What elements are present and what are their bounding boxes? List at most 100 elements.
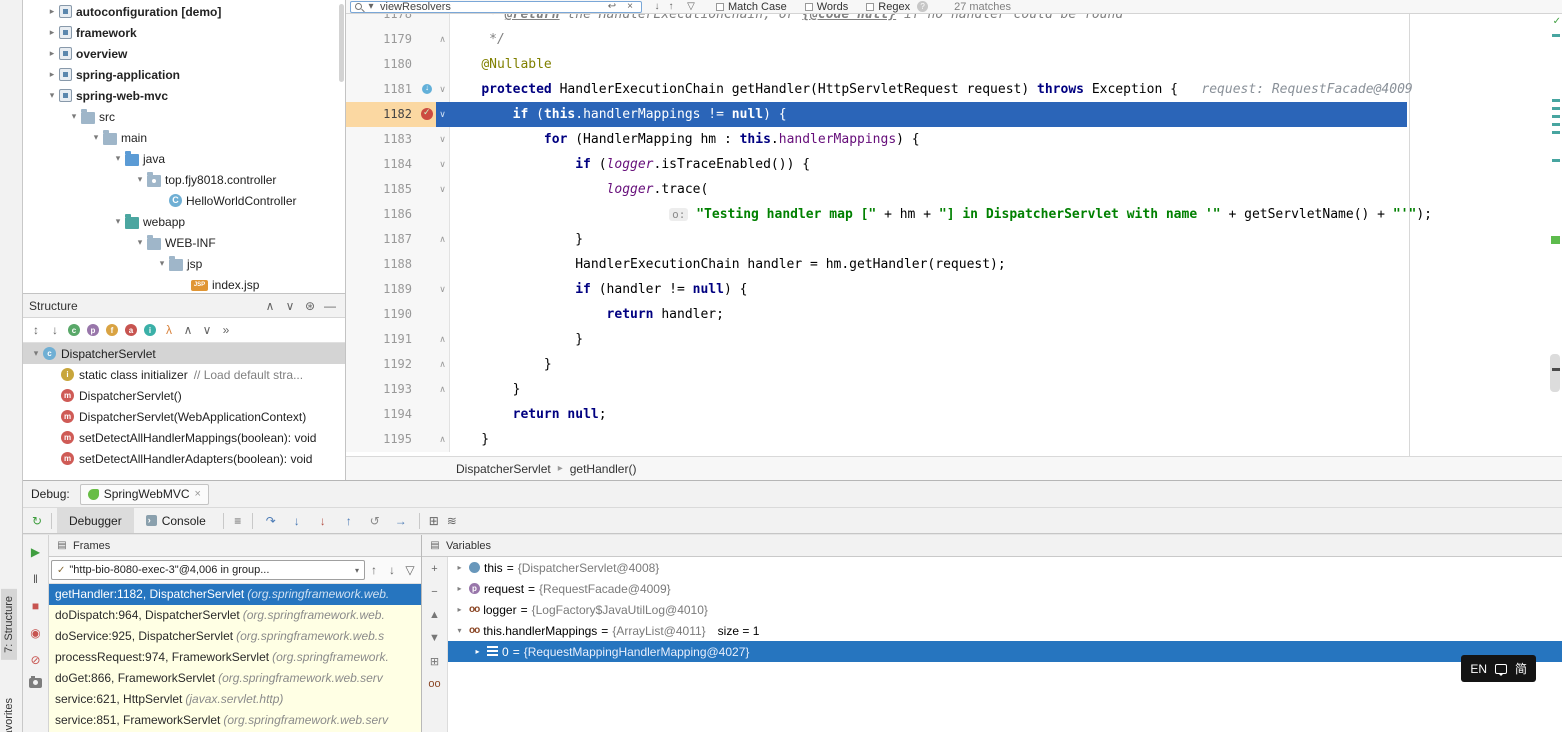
tree-item[interactable]: ▸autoconfiguration [demo] (23, 1, 345, 22)
line-number[interactable]: 1189 (346, 277, 418, 302)
frame-row[interactable]: doDispatch:964, DispatcherServlet(org.sp… (49, 605, 421, 626)
ime-indicator[interactable]: EN 简 (1461, 655, 1536, 682)
fold-icon[interactable]: ∧ (436, 427, 450, 452)
fold-icon[interactable]: ∧ (436, 27, 450, 52)
tree-item[interactable]: ▾WEB-INF (23, 232, 345, 253)
drop-frame-icon[interactable]: ↺ (366, 512, 384, 530)
toolwindow-button-structure[interactable]: 7: Structure (1, 589, 17, 660)
frame-row[interactable]: service:621, HttpServlet(javax.servlet.h… (49, 689, 421, 710)
search-input[interactable]: ▾ viewResolvers ↩ × (350, 1, 642, 13)
fold-icon[interactable]: ∨ (436, 77, 450, 102)
show-inherited-icon[interactable]: i (144, 324, 156, 336)
tab-debugger[interactable]: Debugger (57, 508, 134, 533)
code-line[interactable]: 1185∨ logger.trace( (346, 177, 1548, 202)
collapse-all-icon[interactable]: ∨ (281, 297, 299, 315)
run-to-cursor-icon[interactable]: → (392, 512, 410, 530)
step-out-icon[interactable]: ↑ (340, 512, 358, 530)
run-configuration-tab[interactable]: SpringWebMVC × (80, 484, 209, 505)
structure-item[interactable]: ▾cDispatcherServlet (23, 343, 345, 364)
show-non-public-icon[interactable]: a (125, 324, 137, 336)
frame-row[interactable]: service:851, FrameworkServlet(org.spring… (49, 710, 421, 731)
clear-search-icon[interactable]: × (623, 1, 637, 13)
move-watch-up-icon[interactable]: ▲ (426, 607, 444, 623)
fold-icon[interactable]: ∨ (436, 102, 450, 127)
sort-by-visibility-icon[interactable]: ↕ (27, 321, 45, 339)
tree-item[interactable]: ▾main (23, 127, 345, 148)
stripe-mark[interactable] (1552, 34, 1560, 37)
line-number[interactable]: 1184 (346, 152, 418, 177)
code-line[interactable]: 1187∧ } (346, 227, 1548, 252)
chevron-expanded-icon[interactable]: ▾ (111, 216, 125, 227)
chevron-expanded-icon[interactable]: ▾ (89, 132, 103, 143)
words-checkbox[interactable] (805, 3, 813, 11)
line-number[interactable]: 1183 (346, 127, 418, 152)
chevron-collapsed-icon[interactable]: ▸ (45, 69, 59, 80)
match-case-toggle[interactable]: Match Case (716, 1, 787, 13)
fold-icon[interactable]: ∨ (436, 152, 450, 177)
newline-icon[interactable]: ↩ (605, 1, 619, 13)
structure-item[interactable]: msetDetectAllHandlerAdapters(boolean): v… (23, 448, 345, 469)
regex-toggle[interactable]: Regex ? (866, 1, 928, 13)
line-number[interactable]: 1194 (346, 402, 418, 427)
fold-icon[interactable]: ∨ (436, 277, 450, 302)
stripe-mark[interactable] (1552, 123, 1560, 126)
line-number[interactable]: 1187 (346, 227, 418, 252)
fold-icon[interactable]: ∧ (436, 352, 450, 377)
thread-selector[interactable]: ✓ "http-bio-8080-exec-3"@4,006 in group.… (51, 560, 365, 580)
error-stripe[interactable]: ✓ (1548, 14, 1562, 456)
fold-icon[interactable]: ∧ (436, 327, 450, 352)
code-line[interactable]: 1189∨ if (handler != null) { (346, 277, 1548, 302)
close-icon[interactable]: × (195, 488, 201, 500)
code-line[interactable]: 1178 * @return the HandlerExecutionChain… (346, 14, 1548, 27)
fold-icon[interactable]: ∧ (436, 227, 450, 252)
regex-help-icon[interactable]: ? (917, 1, 928, 12)
view-as-table-icon[interactable]: ⊞ (425, 512, 443, 530)
search-history-icon[interactable]: ▾ (366, 1, 376, 13)
search-query[interactable]: viewResolvers (380, 1, 601, 13)
code-editor[interactable]: 1178 * @return the HandlerExecutionChain… (346, 14, 1562, 456)
show-anonymous-classes-icon[interactable]: c (68, 324, 80, 336)
sort-alphabetically-icon[interactable]: ↓ (46, 321, 64, 339)
thread-dump-button[interactable] (29, 678, 42, 688)
view-breakpoints-button[interactable]: ◉ (27, 624, 45, 642)
chevron-expanded-icon[interactable]: ▾ (111, 153, 125, 164)
line-number[interactable]: 1186 (346, 202, 418, 227)
tree-item[interactable]: ▸overview (23, 43, 345, 64)
tree-item[interactable]: ▾src (23, 106, 345, 127)
tab-console[interactable]: Console (134, 508, 218, 533)
code-line[interactable]: 1180 @Nullable (346, 52, 1548, 77)
code-line[interactable]: 1188 HandlerExecutionChain handler = hm.… (346, 252, 1548, 277)
regex-checkbox[interactable] (866, 3, 874, 11)
line-number[interactable]: 1179 (346, 27, 418, 52)
match-case-checkbox[interactable] (716, 3, 724, 11)
structure-item[interactable]: istatic class initializer// Load default… (23, 364, 345, 385)
chevron-expanded-icon[interactable]: ▾ (29, 348, 43, 359)
expand-all-icon[interactable]: ∧ (261, 297, 279, 315)
fold-icon[interactable]: ∧ (436, 377, 450, 402)
step-into-icon[interactable]: ↓ (288, 512, 306, 530)
line-number[interactable]: 1180 (346, 52, 418, 77)
code-line[interactable]: 1190 return handler; (346, 302, 1548, 327)
chevron-collapsed-icon[interactable]: ▸ (454, 563, 465, 572)
scrollbar[interactable] (339, 4, 344, 82)
structure-item[interactable]: mDispatcherServlet(WebApplicationContext… (23, 406, 345, 427)
rerun-button[interactable]: ↻ (28, 512, 46, 530)
code-line[interactable]: 1192∧ } (346, 352, 1548, 377)
variable-row[interactable]: ▸this={DispatcherServlet@4008} (448, 557, 1562, 578)
code-line[interactable]: 1181∨ protected HandlerExecutionChain ge… (346, 77, 1548, 102)
pause-button[interactable]: ‖ (27, 570, 45, 588)
show-properties-icon[interactable]: p (87, 324, 99, 336)
tree-item[interactable]: CHelloWorldController (23, 190, 345, 211)
variable-row[interactable]: ▸0={RequestMappingHandlerMapping@4027} (448, 641, 1562, 662)
show-lambdas-icon[interactable]: λ (160, 321, 178, 339)
duplicate-watch-icon[interactable]: ⊞ (426, 653, 444, 669)
line-number[interactable]: 1192 (346, 352, 418, 377)
chevron-expanded-icon[interactable]: ▾ (133, 237, 147, 248)
code-line[interactable]: 1193∧ } (346, 377, 1548, 402)
code-line[interactable]: 1183∨ for (HandlerMapping hm : this.hand… (346, 127, 1548, 152)
chevron-expanded-icon[interactable]: ▾ (67, 111, 81, 122)
tree-item[interactable]: JSPindex.jsp (23, 274, 345, 293)
frame-row[interactable]: processRequest:974, FrameworkServlet(org… (49, 647, 421, 668)
stripe-mark[interactable] (1552, 99, 1560, 102)
show-watches-icon[interactable]: oo (426, 676, 444, 692)
